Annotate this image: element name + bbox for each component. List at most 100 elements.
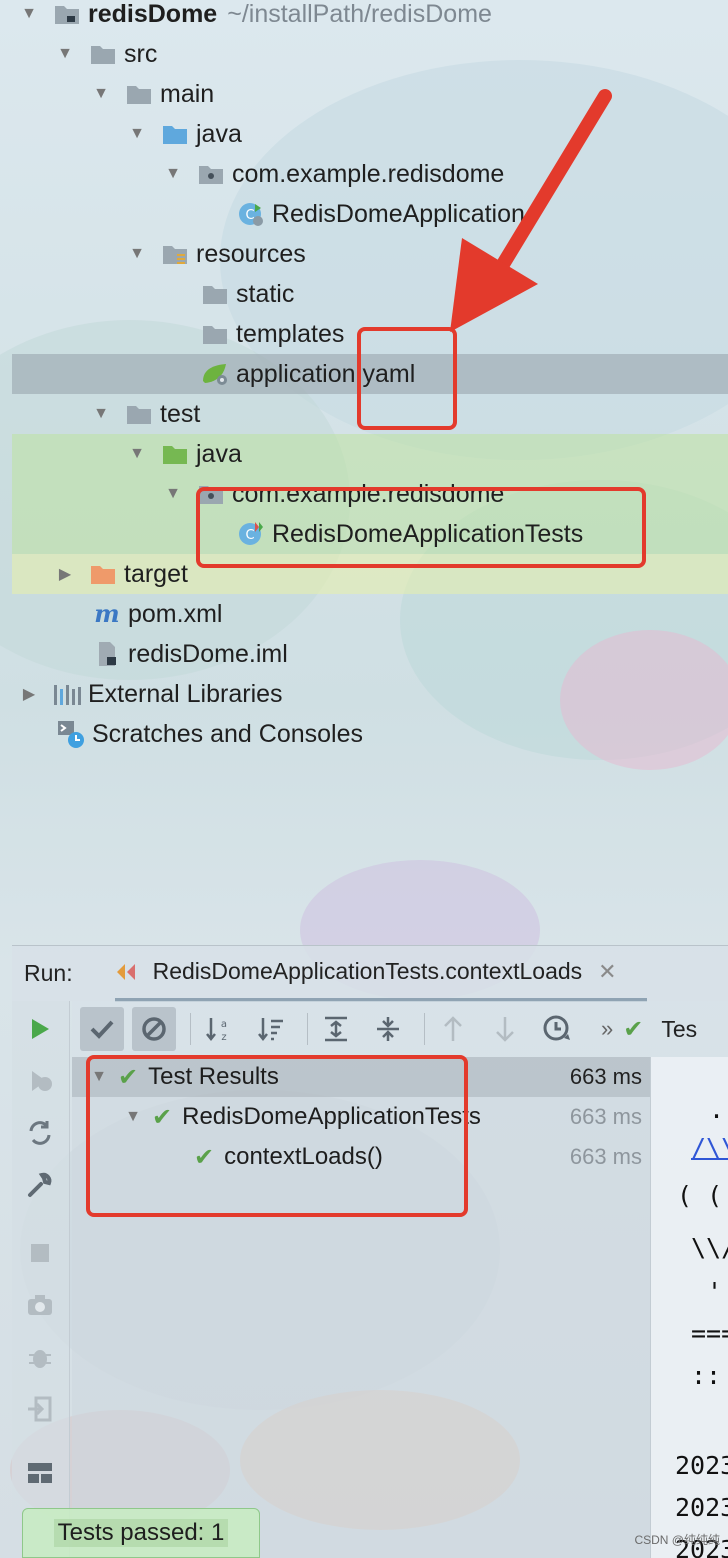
project-path: ~/installPath/redisDome (227, 0, 492, 28)
tree-label-iml: redisDome.iml (128, 639, 288, 668)
debug-button[interactable] (24, 1341, 56, 1373)
svg-text:m: m (94, 601, 119, 627)
folder-icon (124, 400, 154, 428)
tree-node-iml[interactable]: redisDome.iml (12, 634, 728, 674)
chevron-down-icon[interactable]: ▼ (164, 485, 182, 503)
annotation-arrow (440, 88, 620, 353)
bug-icon (29, 1350, 51, 1368)
chevron-down-icon[interactable]: ▼ (128, 245, 146, 263)
spring-config-icon (200, 360, 230, 388)
tree-node-root[interactable]: ▼ redisDome ~/installPath/redisDome (12, 0, 728, 34)
tree-node-scratches[interactable]: Scratches and Consoles (12, 714, 728, 754)
svg-text:a: a (221, 1019, 227, 1030)
console-output[interactable]: . /\\ ( ( \\/ ' === :: 2023 2023 2023 (650, 1057, 728, 1558)
run-tab-label: RedisDomeApplicationTests.contextLoads (152, 958, 583, 984)
tree-node-external-libraries[interactable]: ▶ External Libraries (12, 674, 728, 714)
result-time: 663 ms (569, 1144, 642, 1169)
sort-alpha-icon: az (206, 1018, 227, 1043)
tree-node-main-class[interactable]: C RedisDomeApplication (12, 194, 728, 234)
show-passed-button[interactable] (80, 1007, 124, 1051)
tree-label-scratches: Scratches and Consoles (92, 719, 363, 748)
stop-button[interactable] (24, 1237, 56, 1269)
tree-label-main-java: java (196, 119, 242, 148)
toggle-auto-test-button[interactable] (24, 1117, 56, 1149)
sort-duration-icon (258, 1018, 283, 1042)
folder-icon (200, 280, 230, 308)
sort-alphabetically-button[interactable]: az (197, 1007, 241, 1051)
chevron-right-icon[interactable]: ▶ (20, 685, 38, 703)
chevron-down-icon[interactable]: ▼ (92, 405, 110, 423)
console-line: ( ( (677, 1181, 723, 1210)
dump-threads-button[interactable] (24, 1289, 56, 1321)
exit-button[interactable] (24, 1393, 56, 1425)
rerun-failed-button[interactable] (24, 1065, 56, 1097)
exit-icon (28, 1396, 52, 1422)
ide-window: ▼ redisDome ~/installPath/redisDome ▼ sr… (0, 0, 728, 1558)
project-name: redisDome (88, 0, 218, 28)
test-source-folder-icon (160, 440, 190, 468)
excluded-folder-icon (88, 560, 118, 588)
chevron-down-icon[interactable]: ▼ (92, 85, 110, 103)
tree-label-templates: templates (236, 319, 345, 348)
arrow-down-icon (496, 1017, 514, 1042)
previous-failed-button[interactable] (431, 1007, 475, 1051)
settings-button[interactable] (24, 1169, 56, 1201)
toolbar-separator (190, 1013, 191, 1045)
tree-node-main-package[interactable]: ▼ com.example.redisdome (12, 154, 728, 194)
tests-passed-notification[interactable]: Tests passed: 1 (22, 1508, 260, 1558)
scratches-icon (56, 720, 86, 748)
run-side-toolbar (12, 1001, 70, 1558)
layout-button[interactable] (24, 1457, 56, 1489)
svg-text:z: z (221, 1032, 226, 1043)
watermark: CSDN @纯纯纯 (634, 1533, 720, 1547)
ignored-icon (142, 1017, 166, 1041)
run-tool-window: Run: RedisDomeApplicationTests.contextLo… (12, 945, 728, 1558)
chevron-down-icon[interactable]: ▼ (20, 5, 38, 23)
sort-by-duration-button[interactable] (249, 1007, 293, 1051)
collapse-all-button[interactable] (366, 1007, 410, 1051)
tree-node-main[interactable]: ▼ main (12, 74, 728, 114)
chevron-down-icon[interactable]: ▼ (164, 165, 182, 183)
result-time: 663 ms (569, 1104, 642, 1129)
console-line: \\/ (691, 1233, 728, 1262)
tree-node-resources[interactable]: ▼ resources (12, 234, 728, 274)
tree-label-external-libraries: External Libraries (88, 679, 283, 708)
maven-icon: m (92, 600, 122, 628)
run-title: Run: (24, 960, 73, 986)
chevron-down-icon[interactable]: ▼ (56, 45, 74, 63)
tree-node-main-java[interactable]: ▼ java (12, 114, 728, 154)
chevron-down-icon[interactable]: ▼ (128, 125, 146, 143)
rerun-button[interactable] (24, 1013, 56, 1045)
play-icon (32, 1019, 49, 1039)
arrow-up-icon (444, 1016, 462, 1041)
test-history-button[interactable] (535, 1007, 579, 1051)
tree-node-src[interactable]: ▼ src (12, 34, 728, 74)
project-tree: ▼ redisDome ~/installPath/redisDome ▼ sr… (12, 0, 728, 945)
close-icon[interactable]: ✕ (598, 959, 616, 985)
spring-boot-class-icon: C (236, 200, 266, 228)
clock-icon (543, 1015, 570, 1041)
folder-icon (88, 40, 118, 68)
run-header: Run: RedisDomeApplicationTests.contextLo… (12, 945, 728, 1002)
console-line: . (709, 1095, 725, 1124)
test-toolbar: az » ✔ Tes (72, 1001, 728, 1057)
chevron-down-icon[interactable]: ▼ (128, 445, 146, 463)
expand-all-button[interactable] (314, 1007, 358, 1051)
toolbar-status-text: Tes (661, 1015, 698, 1042)
tree-node-static[interactable]: static (12, 274, 728, 314)
tree-node-test-java[interactable]: ▼ java (12, 434, 728, 474)
more-icon[interactable]: » (601, 1016, 613, 1042)
console-line: 2023 (675, 1451, 728, 1480)
collapse-all-icon (377, 1017, 399, 1041)
source-folder-icon (160, 120, 190, 148)
tree-node-pom[interactable]: m pom.xml (12, 594, 728, 634)
next-failed-button[interactable] (483, 1007, 527, 1051)
show-ignored-button[interactable] (132, 1007, 176, 1051)
chevron-right-icon[interactable]: ▶ (56, 565, 74, 583)
tree-label-pom: pom.xml (128, 599, 223, 628)
folder-icon (200, 320, 230, 348)
run-tab[interactable]: RedisDomeApplicationTests.contextLoads ✕ (114, 946, 647, 1002)
tree-label-src: src (124, 39, 158, 68)
console-line: :: (691, 1361, 722, 1390)
expand-all-icon (325, 1016, 347, 1042)
